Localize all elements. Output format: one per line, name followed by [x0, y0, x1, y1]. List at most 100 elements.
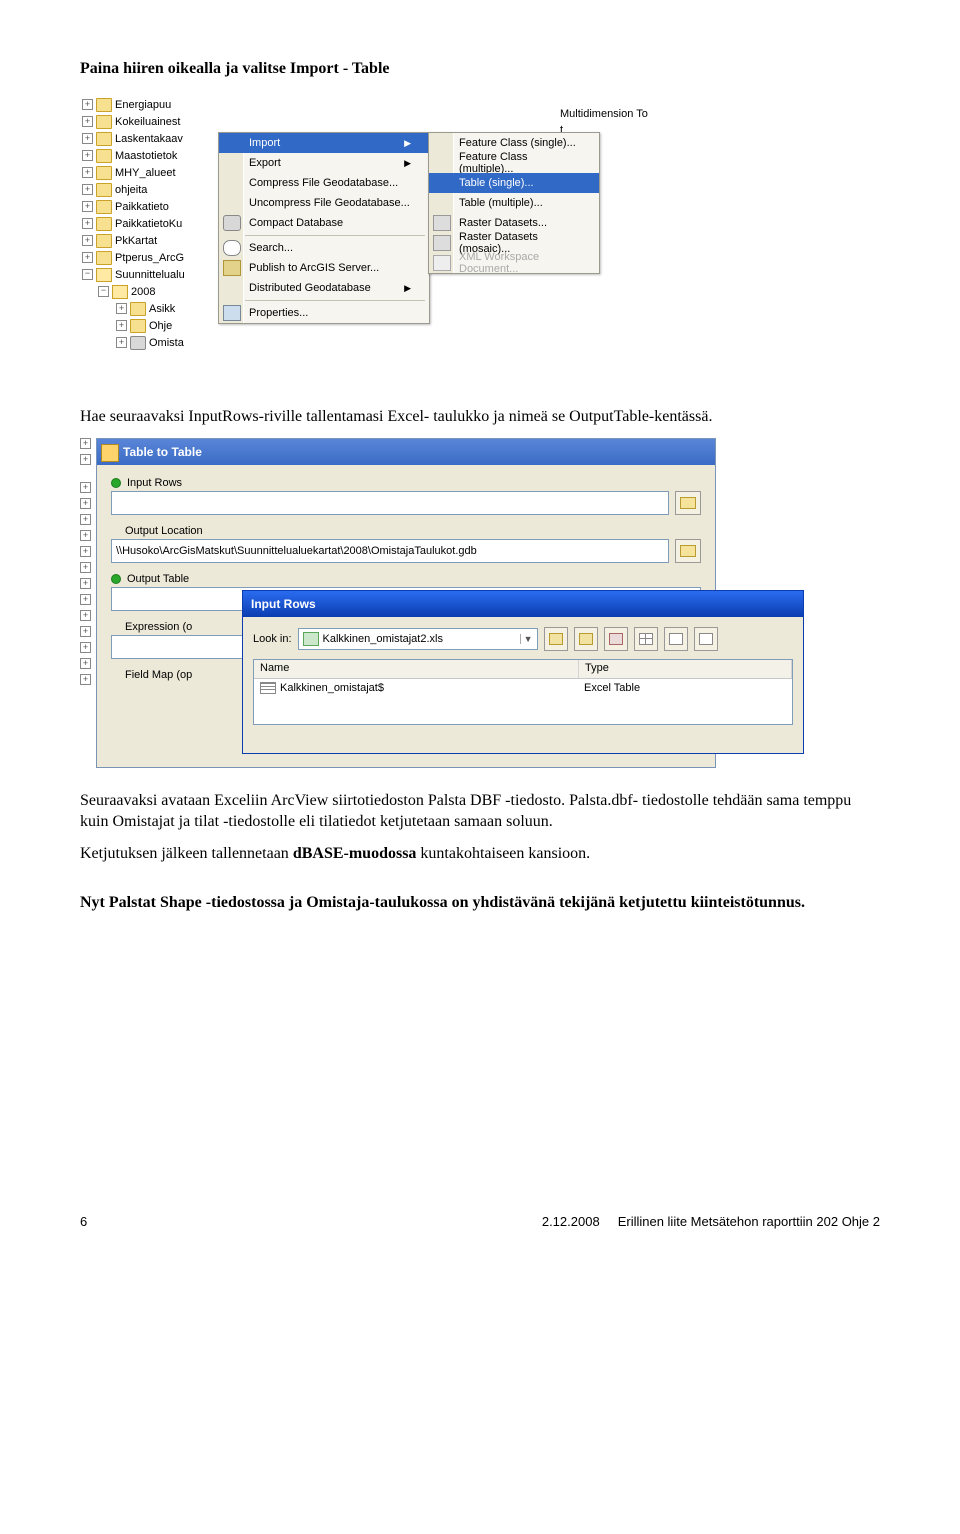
geodatabase-icon: [130, 336, 146, 350]
expand-icon[interactable]: +: [80, 530, 91, 541]
raster-icon: [433, 235, 451, 251]
dropdown-arrow-icon[interactable]: ▼: [520, 634, 533, 644]
expand-icon[interactable]: +: [80, 454, 91, 465]
expand-icon[interactable]: +: [116, 337, 127, 348]
tree-item[interactable]: +ohjeita: [80, 181, 235, 198]
browse-button[interactable]: [675, 491, 701, 515]
output-location-input[interactable]: \\Husoko\ArcGisMatskut\Suunnittelualueka…: [111, 539, 669, 563]
tool-icon: [101, 444, 119, 462]
tree-item[interactable]: +Energiapuu: [80, 96, 235, 113]
tree-item[interactable]: +Ohje: [80, 317, 235, 334]
menu-label: Uncompress File Geodatabase...: [249, 197, 410, 209]
expand-icon[interactable]: +: [80, 562, 91, 573]
list-view-button[interactable]: [634, 627, 658, 651]
expand-icon[interactable]: +: [80, 674, 91, 685]
expand-icon[interactable]: +: [80, 642, 91, 653]
submenu-item-table-multiple[interactable]: Table (multiple)...: [429, 193, 599, 213]
up-one-level-button[interactable]: [544, 627, 568, 651]
tree-item[interactable]: +Maastotietok: [80, 147, 235, 164]
look-in-select[interactable]: Kalkkinen_omistajat2.xls ▼: [298, 628, 538, 650]
submenu-item-raster-mosaic[interactable]: Raster Datasets (mosaic)...: [429, 233, 599, 253]
tree-item[interactable]: +Asikk: [80, 300, 235, 317]
browse-button[interactable]: [675, 539, 701, 563]
properties-icon: [223, 305, 241, 321]
thumbnails-icon: [699, 633, 713, 645]
thumbnails-view-button[interactable]: [694, 627, 718, 651]
expand-icon[interactable]: +: [80, 578, 91, 589]
expand-icon[interactable]: +: [80, 610, 91, 621]
expand-icon[interactable]: +: [82, 116, 93, 127]
tree-label: PkKartat: [115, 235, 157, 247]
expand-icon[interactable]: +: [80, 438, 91, 449]
paragraph-instruction-inputrows: Hae seuraavaksi InputRows-riville tallen…: [80, 406, 880, 428]
column-header-type[interactable]: Type: [579, 660, 792, 678]
menu-item-publish[interactable]: Publish to ArcGIS Server...: [219, 258, 429, 278]
expand-icon[interactable]: +: [82, 218, 93, 229]
tree-item[interactable]: +Laskentakaav: [80, 130, 235, 147]
expand-icon[interactable]: +: [82, 167, 93, 178]
look-in-label: Look in:: [253, 633, 292, 645]
dialog-title: Table to Table: [123, 445, 202, 459]
tree-item[interactable]: + PaikkatietoKu: [80, 215, 235, 232]
folder-open-icon: [680, 545, 696, 557]
tree-label: Kokeiluainest: [115, 116, 180, 128]
tree-item[interactable]: −Suunnittelualu: [80, 266, 235, 283]
menu-label: Table (multiple)...: [459, 197, 543, 209]
tree-item[interactable]: +Ptperus_ArcG: [80, 249, 235, 266]
expand-icon[interactable]: +: [82, 99, 93, 110]
menu-item-search[interactable]: Search...: [219, 238, 429, 258]
expand-icon[interactable]: +: [80, 482, 91, 493]
arc-catalog-tree: +Energiapuu + Kokeiluainest +Laskentakaav…: [80, 96, 235, 351]
dialog-title-bar[interactable]: Table to Table: [97, 439, 715, 465]
menu-item-compact-db[interactable]: Compact Database: [219, 213, 429, 233]
details-view-button[interactable]: [664, 627, 688, 651]
expand-icon[interactable]: +: [82, 133, 93, 144]
menu-item-distributed-gdb[interactable]: Distributed Geodatabase▶: [219, 278, 429, 298]
file-list[interactable]: Name Type Kalkkinen_omistajat$ Excel Tab…: [253, 659, 793, 725]
expand-icon[interactable]: +: [116, 303, 127, 314]
submenu-arrow-icon: ▶: [404, 283, 411, 294]
expand-icon[interactable]: +: [82, 184, 93, 195]
folder-icon: [96, 217, 112, 231]
expand-icon[interactable]: +: [82, 235, 93, 246]
expand-icon[interactable]: +: [82, 201, 93, 212]
menu-item-compress[interactable]: Compress File Geodatabase...: [219, 173, 429, 193]
tree-item[interactable]: + Kokeiluainest: [80, 113, 235, 130]
list-row[interactable]: Kalkkinen_omistajat$ Excel Table: [254, 679, 792, 697]
submenu-item-raster[interactable]: Raster Datasets...: [429, 213, 599, 233]
column-header-name[interactable]: Name: [254, 660, 579, 678]
collapse-icon[interactable]: −: [98, 286, 109, 297]
expand-icon[interactable]: +: [80, 514, 91, 525]
menu-item-import[interactable]: Import▶: [219, 133, 429, 153]
dialog-title-bar[interactable]: Input Rows: [243, 591, 803, 617]
submenu-item-fc-multiple[interactable]: Feature Class (multiple)...: [429, 153, 599, 173]
folder-open-icon: [680, 497, 696, 509]
input-rows-input[interactable]: [111, 491, 669, 515]
menu-item-properties[interactable]: Properties...: [219, 303, 429, 323]
folder-icon: [96, 200, 112, 214]
menu-item-export[interactable]: Export▶: [219, 153, 429, 173]
tree-item[interactable]: +Paikkatieto: [80, 198, 235, 215]
table-icon: [260, 682, 276, 694]
connect-button[interactable]: [574, 627, 598, 651]
delete-button[interactable]: [604, 627, 628, 651]
menu-item-uncompress[interactable]: Uncompress File Geodatabase...: [219, 193, 429, 213]
submenu-item-table-single[interactable]: Table (single)...: [429, 173, 599, 193]
expand-icon[interactable]: +: [80, 498, 91, 509]
expand-icon[interactable]: +: [82, 252, 93, 263]
expand-icon[interactable]: +: [116, 320, 127, 331]
tree-item[interactable]: +Omista: [80, 334, 235, 351]
tree-item[interactable]: + PkKartat: [80, 232, 235, 249]
screenshot-catalog-context-menu: +Energiapuu + Kokeiluainest +Laskentakaav…: [80, 96, 690, 376]
collapse-icon[interactable]: −: [82, 269, 93, 280]
field-label: Input Rows: [127, 477, 182, 489]
tree-label: PaikkatietoKu: [115, 218, 182, 230]
expand-icon[interactable]: +: [80, 594, 91, 605]
submenu-item-fc-single[interactable]: Feature Class (single)...: [429, 133, 599, 153]
expand-icon[interactable]: +: [80, 626, 91, 637]
tree-item[interactable]: −2008: [80, 283, 235, 300]
expand-icon[interactable]: +: [80, 546, 91, 557]
expand-icon[interactable]: +: [80, 658, 91, 669]
tree-item[interactable]: +MHY_alueet: [80, 164, 235, 181]
expand-icon[interactable]: +: [82, 150, 93, 161]
